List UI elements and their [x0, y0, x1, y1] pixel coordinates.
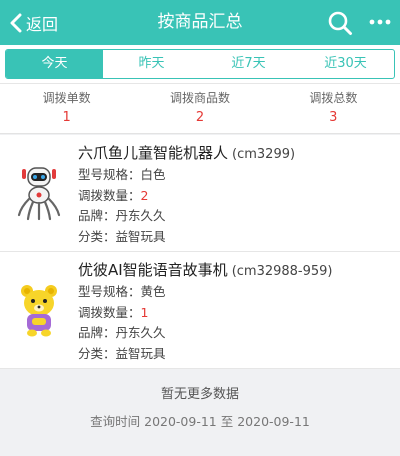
- item-info: 六爪鱼儿童智能机器人 (cm3299) 型号规格：白色 调拨数量：2 品牌：丹东久…: [78, 143, 394, 247]
- no-more-data-text: 暂无更多数据: [160, 387, 239, 402]
- item-qty-row: 调拨数量：2: [78, 186, 394, 207]
- item-qty: 1: [140, 304, 149, 320]
- item-spec: 白色: [140, 167, 166, 182]
- item-qty-row: 调拨数量：1: [78, 303, 394, 324]
- stat-label: 调拨总数: [309, 91, 358, 105]
- item-info: 优彼AI智能语音故事机 (cm32988-959) 型号规格：黄色 调拨数量：1 …: [78, 260, 394, 364]
- query-time-text: 查询时间 2020-09-11 至 2020-09-11: [90, 414, 310, 429]
- date-filter-bar: 今天 昨天 近7天 近30天: [0, 45, 400, 83]
- stat-label: 调拨单数: [42, 91, 91, 105]
- tab-yesterday[interactable]: 昨天: [103, 50, 200, 78]
- stat-transfer-total: 调拨总数 3: [267, 84, 400, 133]
- list-footer: 暂无更多数据 查询时间 2020-09-11 至 2020-09-11: [0, 370, 400, 431]
- item-name: 优彼AI智能语音故事机: [78, 261, 228, 279]
- field-label: 型号规格：: [78, 167, 141, 182]
- top-nav-bar: 返回 按商品汇总: [0, 0, 400, 45]
- list-item[interactable]: 优彼AI智能语音故事机 (cm32988-959) 型号规格：黄色 调拨数量：1 …: [0, 252, 400, 369]
- field-label: 分类：: [78, 345, 116, 361]
- field-label: 调拨数量：: [78, 304, 141, 320]
- item-spec-row: 型号规格：黄色: [78, 282, 394, 303]
- stat-value: 3: [329, 110, 338, 125]
- item-name: 六爪鱼儿童智能机器人: [78, 144, 229, 162]
- product-list: 六爪鱼儿童智能机器人 (cm3299) 型号规格：白色 调拨数量：2 品牌：丹东久…: [0, 135, 400, 369]
- item-qty: 2: [140, 187, 149, 203]
- more-options-icon[interactable]: [368, 14, 392, 30]
- item-brand-row: 品牌：丹东久久: [78, 206, 394, 227]
- item-title-row: 优彼AI智能语音故事机 (cm32988-959): [78, 260, 394, 282]
- field-label: 型号规格：: [78, 284, 141, 299]
- stat-transfer-products: 调拨商品数 2: [133, 84, 266, 133]
- item-category-row: 分类：益智玩具: [78, 227, 394, 248]
- search-icon[interactable]: [327, 10, 353, 36]
- item-code: (cm3299): [232, 147, 296, 162]
- stat-label: 调拨商品数: [169, 91, 230, 105]
- stat-value: 2: [195, 110, 205, 125]
- field-label: 分类：: [78, 228, 116, 244]
- item-brand: 丹东久久: [115, 208, 166, 223]
- list-item[interactable]: 六爪鱼儿童智能机器人 (cm3299) 型号规格：白色 调拨数量：2 品牌：丹东久…: [0, 135, 400, 252]
- date-filter-tabs: 今天 昨天 近7天 近30天: [5, 49, 395, 79]
- bear-story-machine-image: [21, 285, 57, 337]
- stat-value: 1: [62, 110, 71, 125]
- field-label: 品牌：: [78, 325, 116, 340]
- field-label: 调拨数量：: [78, 187, 141, 203]
- back-label: 返回: [26, 14, 59, 34]
- robot-toy-image: [17, 167, 61, 221]
- item-code: (cm32988-959): [231, 264, 333, 279]
- item-brand: 丹东久久: [115, 325, 166, 340]
- field-label: 品牌：: [78, 208, 116, 223]
- item-category: 益智玩具: [115, 345, 166, 361]
- item-category-row: 分类：益智玩具: [78, 344, 394, 365]
- item-brand-row: 品牌：丹东久久: [78, 323, 394, 344]
- item-category: 益智玩具: [115, 228, 166, 244]
- chevron-left-icon: [10, 13, 22, 32]
- tab-today[interactable]: 今天: [6, 50, 103, 78]
- tab-last-30-days[interactable]: 近30天: [297, 50, 394, 78]
- item-title-row: 六爪鱼儿童智能机器人 (cm3299): [78, 143, 394, 165]
- stat-transfer-orders: 调拨单数 1: [0, 84, 133, 133]
- item-spec: 黄色: [140, 284, 166, 299]
- item-spec-row: 型号规格：白色: [78, 165, 394, 186]
- summary-stats: 调拨单数 1 调拨商品数 2 调拨总数 3: [0, 83, 400, 134]
- tab-last-7-days[interactable]: 近7天: [200, 50, 297, 78]
- back-button[interactable]: 返回: [8, 0, 58, 45]
